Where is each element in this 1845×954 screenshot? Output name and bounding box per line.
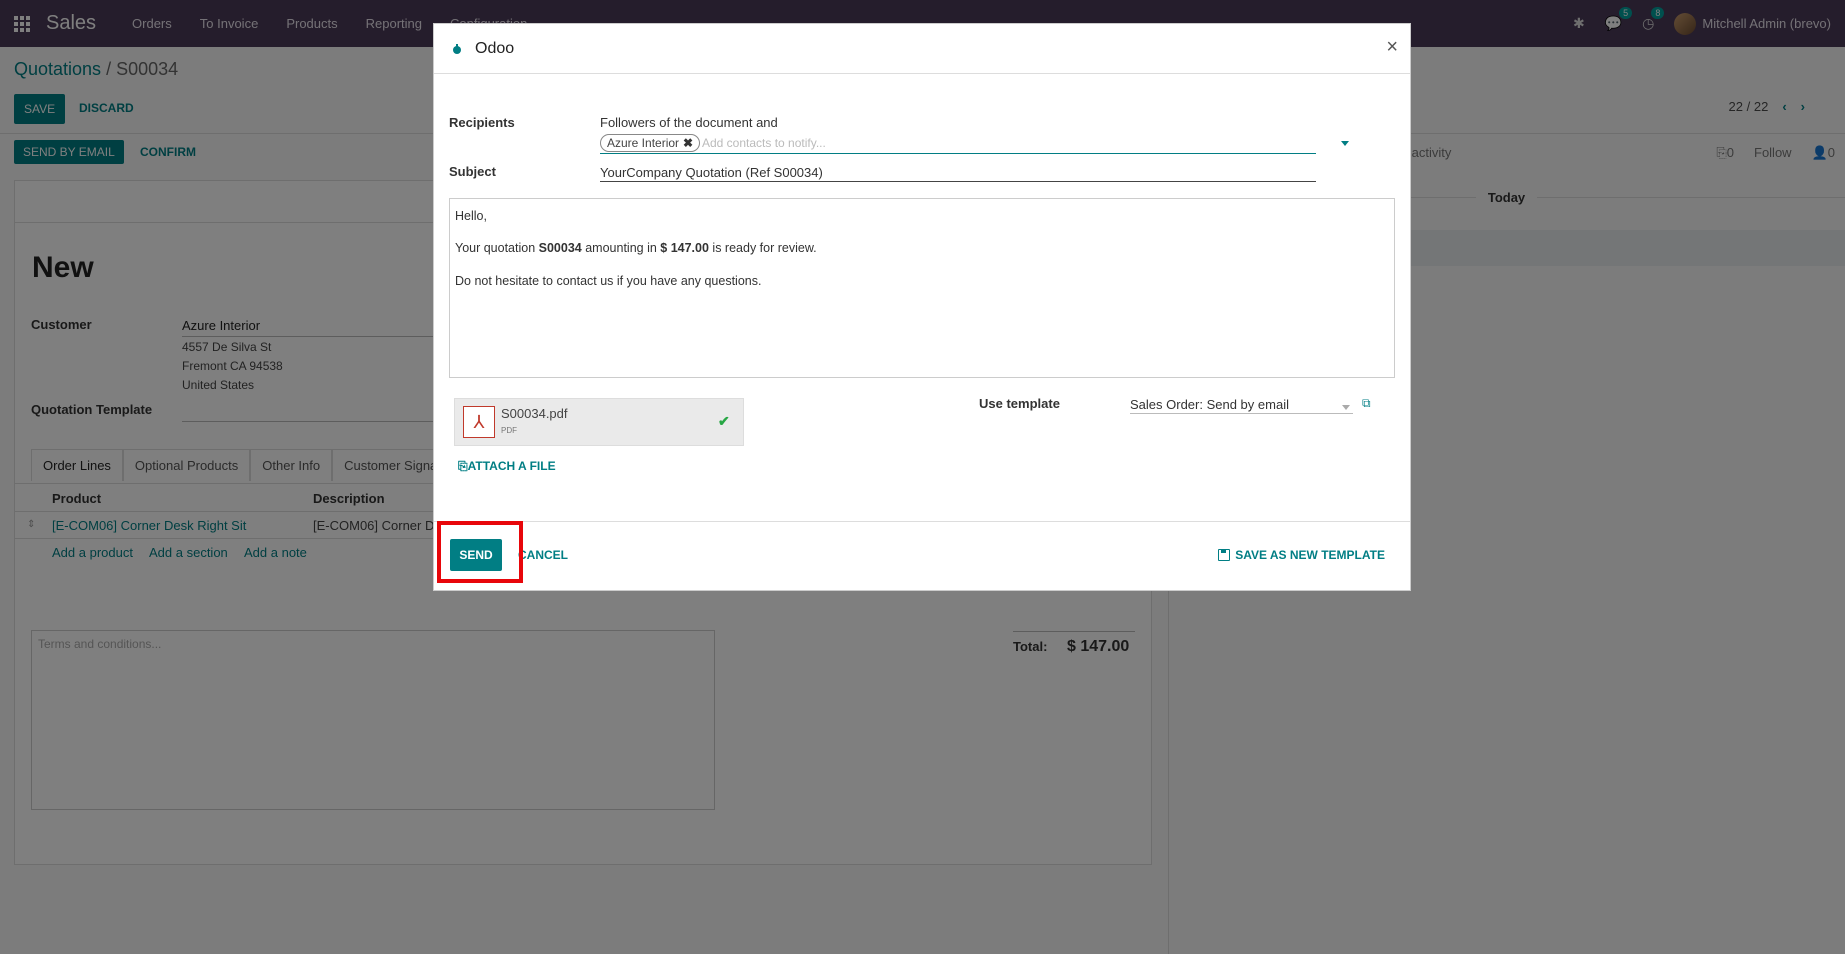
save-as-new-template-button[interactable]: SAVE AS NEW TEMPLATE	[1218, 548, 1385, 562]
save-icon	[1218, 549, 1231, 561]
email-body-editor[interactable]: Hello, Your quotation S00034 amounting i…	[449, 198, 1395, 378]
tag-remove-icon[interactable]: ✖	[683, 136, 693, 150]
compose-email-dialog: Odoo × Recipients Followers of the docum…	[433, 23, 1411, 591]
recipients-label: Recipients	[449, 115, 515, 130]
subject-input[interactable]: YourCompany Quotation (Ref S00034)	[600, 165, 823, 180]
subject-label: Subject	[449, 164, 496, 179]
recipients-input[interactable]: Add contacts to notify...	[702, 136, 826, 150]
body-line1: Your quotation S00034 amounting in $ 147…	[455, 241, 817, 256]
dialog-footer-divider	[434, 521, 1410, 522]
close-icon[interactable]: ×	[1386, 36, 1398, 59]
template-select[interactable]: Sales Order: Send by email	[1130, 397, 1289, 412]
attachment-name: S00034.pdf	[501, 406, 568, 421]
odoo-bug-icon	[453, 43, 461, 54]
subject-underline	[600, 181, 1316, 182]
caret-down-icon[interactable]	[1342, 405, 1350, 410]
caret-down-icon[interactable]	[1341, 141, 1349, 146]
dialog-header: Odoo ×	[434, 24, 1410, 74]
recipients-text: Followers of the document and	[600, 115, 778, 130]
attachment-type: PDF	[501, 426, 517, 435]
pdf-file-icon: ⅄	[463, 406, 495, 438]
recipients-underline	[600, 153, 1316, 154]
highlight-box	[437, 521, 523, 583]
cancel-button[interactable]: CANCEL	[518, 548, 568, 562]
paperclip-icon: ⎘	[458, 459, 468, 473]
recipient-tag-label: Azure Interior	[607, 136, 680, 150]
check-icon: ✔	[718, 413, 730, 429]
external-link-icon[interactable]: ⧉	[1362, 396, 1371, 411]
dialog-title: Odoo	[475, 39, 515, 57]
attachment-card[interactable]: ⅄ S00034.pdf PDF ✔	[454, 398, 744, 446]
use-template-label: Use template	[979, 396, 1060, 411]
template-underline	[1130, 413, 1353, 414]
attach-file-button[interactable]: ⎘ATTACH A FILE	[458, 459, 556, 474]
body-line2: Do not hesitate to contact us if you hav…	[455, 273, 762, 288]
body-greeting: Hello,	[455, 209, 487, 223]
recipient-tag: Azure Interior ✖	[600, 134, 701, 152]
